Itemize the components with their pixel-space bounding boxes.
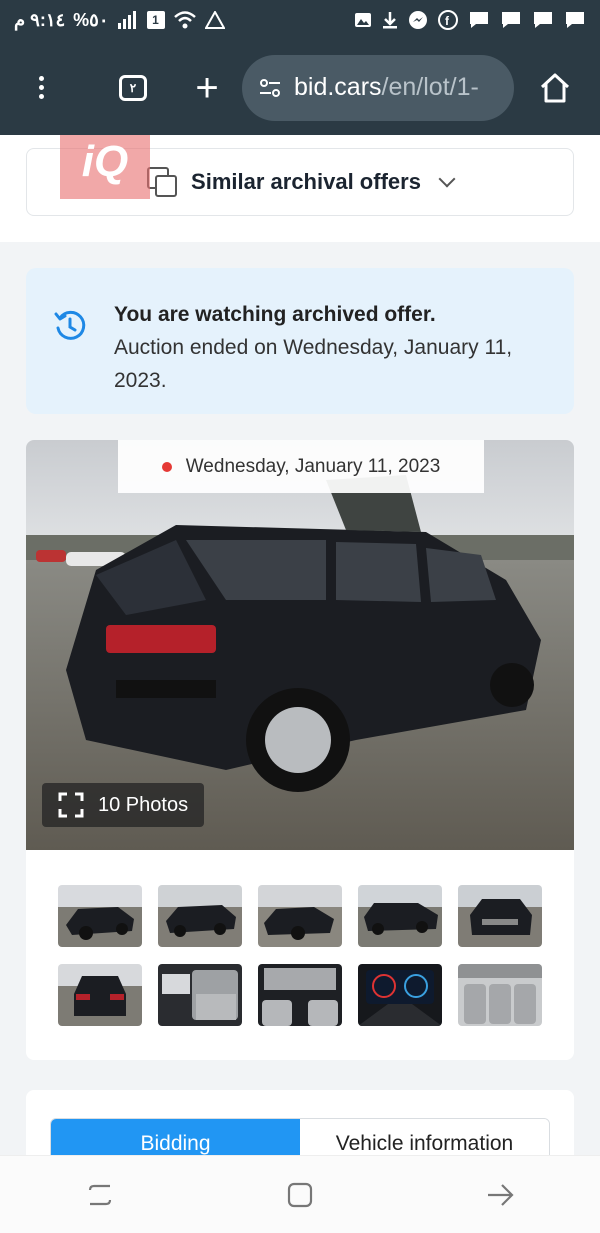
- url-text: bid.cars/en/lot/1-: [294, 73, 479, 102]
- url-host: bid.cars: [294, 73, 382, 101]
- tab-vehicle-information[interactable]: Vehicle information: [300, 1119, 549, 1155]
- thumbnail-4[interactable]: [358, 885, 442, 947]
- more-vert-icon: [38, 76, 44, 99]
- thumbnail-3[interactable]: [258, 885, 342, 947]
- archived-offer-notice: You are watching archived offer. Auction…: [26, 268, 574, 414]
- messenger-icon: [409, 11, 427, 29]
- home-nav-button[interactable]: [270, 1170, 330, 1220]
- auction-date: Wednesday, January 11, 2023: [185, 455, 441, 477]
- photos-count-label: 10 Photos: [98, 793, 189, 816]
- wifi-icon: [173, 11, 196, 29]
- url-path: /en/lot/1-: [381, 73, 479, 101]
- download-icon: [383, 12, 397, 29]
- photos-count-button[interactable]: 10 Photos: [42, 783, 205, 827]
- address-bar[interactable]: bid.cars/en/lot/1-: [242, 54, 514, 121]
- chat-icon: [566, 12, 584, 28]
- home-button[interactable]: [528, 61, 582, 115]
- svg-text:f: f: [445, 14, 450, 28]
- thumbnail-2[interactable]: [158, 885, 242, 947]
- chevron-down-icon: [438, 170, 456, 188]
- history-icon: [54, 310, 86, 340]
- similar-offers-label: Similar archival offers: [191, 169, 421, 194]
- thumbnail-6[interactable]: [58, 964, 142, 1026]
- back-arrow-icon: [488, 1183, 514, 1206]
- image-icon: [355, 13, 371, 27]
- sim-icon: 1: [146, 11, 165, 29]
- auction-date-label: Wednesday, January 11, 2023: [118, 440, 484, 493]
- recycle-icon: [204, 11, 225, 29]
- status-bar: ٩:١٤ م %٥٠ 1 f: [0, 0, 600, 40]
- thumbnail-7[interactable]: [158, 964, 242, 1026]
- recents-button[interactable]: [70, 1170, 130, 1220]
- tab-count: ٢: [119, 74, 147, 101]
- clock: ٩:١٤ م: [14, 9, 66, 30]
- plus-icon: +: [195, 65, 219, 110]
- fullscreen-icon: [58, 792, 84, 818]
- tabs-button[interactable]: ٢: [106, 61, 160, 115]
- details-tabs: Bidding Vehicle information: [50, 1118, 550, 1155]
- status-right: f: [354, 10, 586, 30]
- tab-bidding[interactable]: Bidding: [51, 1119, 300, 1155]
- home-square-icon: [287, 1182, 313, 1207]
- copy-icon: [147, 167, 178, 197]
- home-icon: [540, 73, 570, 102]
- notice-title: You are watching archived offer.: [114, 303, 436, 326]
- battery-level: %٥٠: [73, 9, 109, 30]
- signal-icon: [117, 11, 136, 29]
- notice-body: Auction ended on Wednesday, January 11, …: [114, 336, 513, 392]
- chat-icon: [502, 12, 520, 28]
- menu-button[interactable]: [14, 61, 68, 115]
- chat-icon: [534, 12, 552, 28]
- thumbnail-8[interactable]: [258, 964, 342, 1026]
- chat-icon: [470, 12, 488, 28]
- thumbnail-1[interactable]: [58, 885, 142, 947]
- thumbnail-9[interactable]: [358, 964, 442, 1026]
- facebook-icon: f: [438, 10, 458, 30]
- site-settings-icon[interactable]: [258, 76, 282, 100]
- system-nav-bar: [0, 1155, 600, 1233]
- recents-icon: [88, 1184, 112, 1205]
- status-left: ٩:١٤ م %٥٠ 1: [14, 10, 225, 31]
- thumbnail-grid: [58, 885, 542, 1026]
- status-dot: [161, 461, 172, 472]
- back-button[interactable]: [470, 1170, 530, 1220]
- web-page: Similar archival offers iQ You are watch…: [0, 135, 600, 1155]
- thumbnail-5[interactable]: [458, 885, 542, 947]
- details-card: Bidding Vehicle information: [26, 1090, 574, 1155]
- browser-toolbar: ٢ + bid.cars/en/lot/1-: [0, 40, 600, 135]
- thumbnail-10[interactable]: [458, 964, 542, 1026]
- new-tab-button[interactable]: +: [180, 61, 234, 115]
- photo-gallery: Wednesday, January 11, 2023 10 Photos: [26, 440, 574, 1060]
- iq-watermark-logo: iQ: [60, 135, 150, 199]
